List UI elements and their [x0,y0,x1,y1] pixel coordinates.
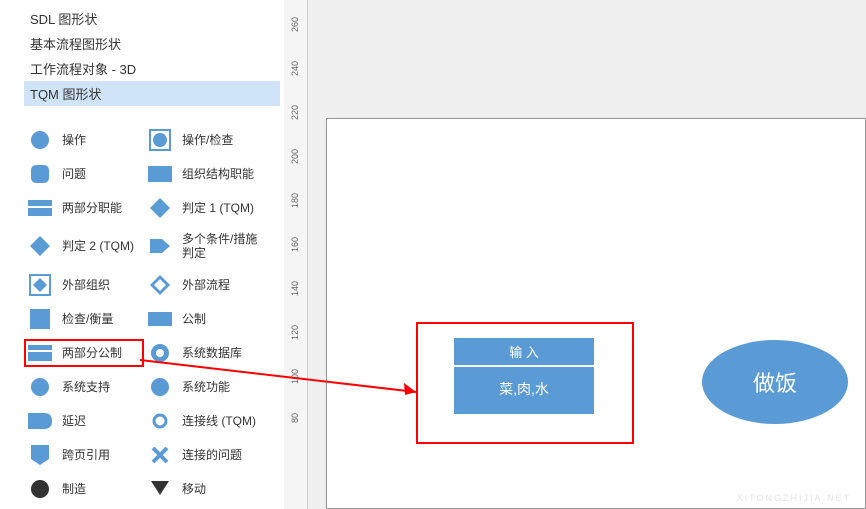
triangle-down-icon [146,479,174,499]
shape-org-function[interactable]: 组织结构职能 [144,160,264,188]
input-shape-body: 菜,肉,水 [454,367,594,411]
shape-label: 连接的问题 [182,448,242,462]
shape-external-org[interactable]: 外部组织 [24,271,144,299]
offpage-icon [26,445,54,465]
shape-check-measure[interactable]: 检查/衡量 [24,305,144,333]
square-icon [26,309,54,329]
rect-icon [146,164,174,184]
shape-label: 外部组织 [62,278,110,292]
small-circle-icon [146,411,174,431]
input-shape-header: 输 入 [454,338,594,367]
category-basic-flow[interactable]: 基本流程图形状 [24,31,280,56]
shape-manufacture[interactable]: 制造 [24,475,144,503]
arrow-diamond-icon [146,236,174,256]
circle-icon [26,377,54,397]
shape-offpage-ref[interactable]: 跨页引用 [24,441,144,469]
diamond-icon [26,236,54,256]
x-icon [146,445,174,465]
category-tqm[interactable]: TQM 图形状 [24,81,280,106]
circle-icon [146,377,174,397]
square-circle-icon [146,130,174,150]
category-list: SDL 图形状 基本流程图形状 工作流程对象 - 3D TQM 图形状 [24,0,280,106]
shape-two-part-function[interactable]: 两部分职能 [24,194,144,222]
shapes-grid: 操作 操作/检查 问题 组织结构职能 两部分职能 [24,126,280,503]
diamond-icon [146,198,174,218]
diamond-outline-icon [146,275,174,295]
shape-system-function[interactable]: 系统功能 [144,373,264,401]
watermark-sub: XITONGZHIJIA.NET [737,493,851,503]
ruler-tick-label: 260 [290,17,300,32]
shape-operation[interactable]: 操作 [24,126,144,154]
shapes-sidebar: SDL 图形状 基本流程图形状 工作流程对象 - 3D TQM 图形状 操作 操… [0,0,280,509]
wide-rect-icon [146,309,174,329]
ruler-tick-label: 220 [290,105,300,120]
shape-label: 判定 2 (TQM) [62,239,134,253]
ruler-tick-label: 80 [290,413,300,423]
shape-system-support[interactable]: 系统支持 [24,373,144,401]
shape-decision1[interactable]: 判定 1 (TQM) [144,194,264,222]
house-icon [753,465,781,489]
shape-label: 操作/检查 [182,133,233,147]
shape-label: 操作 [62,133,86,147]
drawing-canvas[interactable]: 输 入 菜,肉,水 做饭 [308,0,866,509]
ruler-tick-label: 160 [290,237,300,252]
ring-icon [146,343,174,363]
shape-label: 检查/衡量 [62,312,113,326]
circle-icon [26,130,54,150]
shape-label: 系统数据库 [182,346,242,360]
shape-label: 公制 [182,312,206,326]
split-rect-icon [26,198,54,218]
shape-metric[interactable]: 公制 [144,305,264,333]
ruler-tick-label: 120 [290,325,300,340]
watermark: 系统之家 [753,465,851,489]
ruler-tick-label: 180 [290,193,300,208]
category-sdl[interactable]: SDL 图形状 [24,6,280,31]
vertical-ruler: 260 240 220 200 180 160 140 120 100 80 [284,0,308,509]
shape-connected-problem[interactable]: 连接的问题 [144,441,264,469]
watermark-text: 系统之家 [787,465,851,489]
shape-label: 判定 1 (TQM) [182,201,254,215]
shape-delay[interactable]: 延迟 [24,407,144,435]
shape-label: 连接线 (TQM) [182,414,256,428]
ruler-tick-label: 140 [290,281,300,296]
shape-label: 系统功能 [182,380,230,394]
shape-two-part-metric[interactable]: 两部分公制 [24,339,144,367]
shape-connector[interactable]: 连接线 (TQM) [144,407,264,435]
delay-icon [26,411,54,431]
page[interactable] [326,118,866,509]
shape-label: 跨页引用 [62,448,110,462]
square-diamond-icon [26,275,54,295]
shape-label: 延迟 [62,414,86,428]
ellipse-label: 做饭 [753,366,797,398]
shape-problem[interactable]: 问题 [24,160,144,188]
ruler-tick-label: 100 [290,369,300,384]
shape-multi-condition[interactable]: 多个条件/措施判定 [144,228,264,265]
shape-label: 组织结构职能 [182,167,254,181]
shape-label: 系统支持 [62,380,110,394]
shape-label: 多个条件/措施判定 [182,232,262,261]
shape-label: 制造 [62,482,86,496]
shape-label: 两部分公制 [62,346,122,360]
shape-label: 外部流程 [182,278,230,292]
shape-operation-check[interactable]: 操作/检查 [144,126,264,154]
shape-external-process[interactable]: 外部流程 [144,271,264,299]
shape-system-db[interactable]: 系统数据库 [144,339,264,367]
ruler-tick-label: 200 [290,149,300,164]
shape-decision2[interactable]: 判定 2 (TQM) [24,228,144,265]
black-circle-icon [26,479,54,499]
shape-label: 两部分职能 [62,201,122,215]
category-workflow-3d[interactable]: 工作流程对象 - 3D [24,56,280,81]
ruler-tick-label: 240 [290,61,300,76]
ellipse-shape[interactable]: 做饭 [702,340,848,424]
split-rect-icon [26,343,54,363]
shape-label: 移动 [182,482,206,496]
shape-move[interactable]: 移动 [144,475,264,503]
rounded-square-icon [26,164,54,184]
shape-label: 问题 [62,167,86,181]
input-shape[interactable]: 输 入 菜,肉,水 [454,338,594,414]
